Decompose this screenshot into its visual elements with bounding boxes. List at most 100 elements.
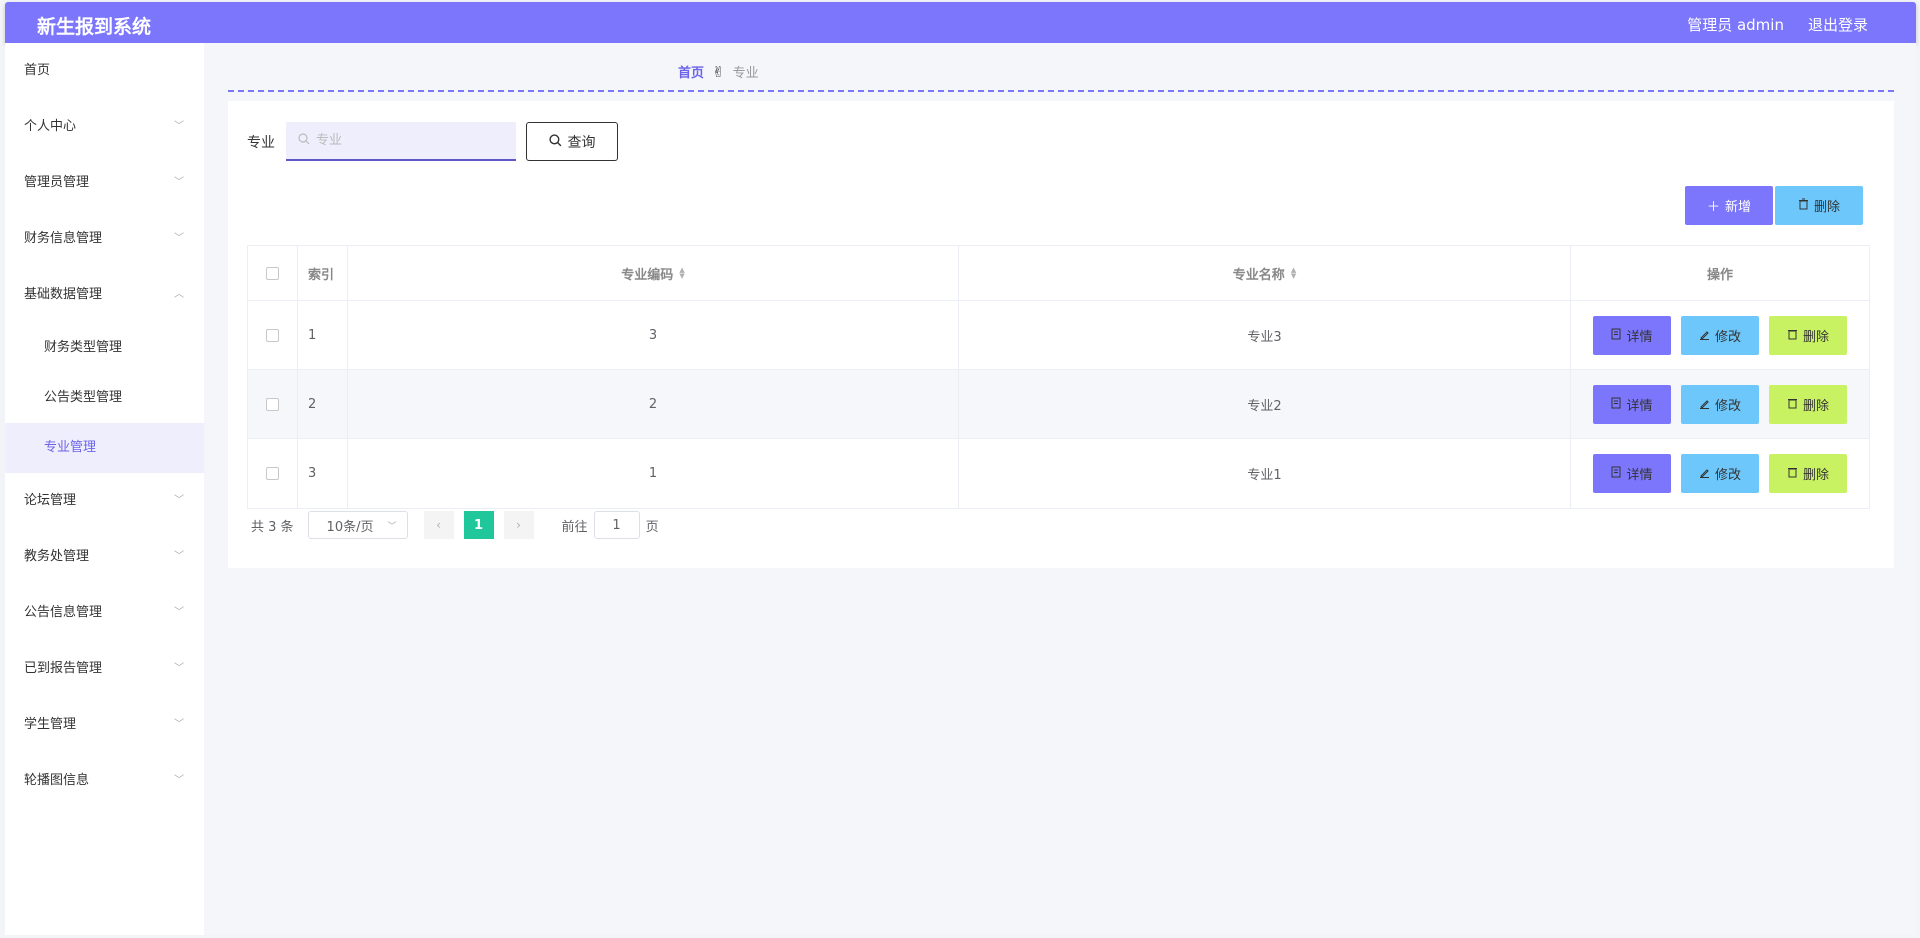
chevron-down-icon: ﹀: [174, 551, 184, 562]
cell-name: 专业3: [959, 301, 1571, 369]
prev-page-button[interactable]: ‹: [423, 511, 454, 539]
sidebar: 首页 个人中心 ﹀ 管理员管理 ﹀ 财务信息管理 ﹀ 基础数据管理 ︿ 财务类型管理 公告类型管理专…: [5, 43, 204, 935]
sidebar-item[interactable]: 论坛管理 ﹀: [5, 473, 204, 529]
col-operations: 操作: [1706, 267, 1733, 283]
cell-code: 3: [348, 301, 959, 369]
delete-label: 删除: [1802, 467, 1829, 482]
detail-label: 详情: [1626, 328, 1653, 344]
row-checkbox[interactable]: [266, 467, 279, 480]
page-size-select[interactable]: 10条/页 ﹀: [307, 511, 408, 539]
chevron-down-icon: ﹀: [174, 495, 184, 506]
sidebar-item[interactable]: 财务信息管理 ﹀: [5, 211, 204, 267]
sidebar-subitem[interactable]: 公告类型管理: [5, 373, 204, 423]
divider: [228, 90, 1894, 92]
delete-label: 删除: [1802, 328, 1829, 344]
chevron-down-icon: ﹀: [174, 177, 184, 188]
breadcrumb-current: 专业: [732, 66, 759, 81]
sidebar-item-label: 基础数据管理: [24, 287, 103, 302]
chevron-down-icon: ﹀: [174, 121, 184, 132]
detail-button[interactable]: 详情: [1593, 454, 1671, 493]
search-bar: 专业 查询: [247, 122, 618, 161]
cell-name: 专业2: [959, 370, 1571, 438]
detail-button[interactable]: 详情: [1593, 384, 1671, 424]
col-name[interactable]: 专业名称 ▲ ▼: [959, 246, 1571, 300]
sidebar-item[interactable]: 管理员管理 ﹀: [5, 155, 204, 211]
sidebar-item-label: 公告信息管理: [24, 605, 103, 620]
goto-prefix: 前往: [561, 519, 588, 535]
edit-label: 修改: [1714, 328, 1741, 344]
edit-button[interactable]: 修改: [1681, 384, 1759, 424]
pagination: 共 3 条 10条/页 ﹀ ‹ 1 › 前往 页: [251, 511, 659, 539]
sidebar-item[interactable]: 学生管理 ﹀: [5, 697, 204, 753]
goto-suffix: 页: [645, 519, 659, 535]
delete-button[interactable]: 删除: [1769, 315, 1847, 355]
sidebar-item[interactable]: 基础数据管理 ︿: [5, 267, 204, 323]
cell-operations: 详情 修改 删除: [1571, 439, 1869, 508]
sidebar-item-label: 学生管理: [24, 717, 77, 732]
cell-code: 2: [348, 370, 959, 438]
add-label: 新增: [1725, 199, 1752, 214]
content-panel: 专业 查询 ＋ 新增 删: [228, 101, 1894, 568]
search-input[interactable]: [316, 133, 496, 148]
chevron-up-icon: ︿: [174, 289, 184, 300]
cell-code: 1: [348, 439, 959, 508]
col-code[interactable]: 专业编码 ▲ ▼: [348, 246, 959, 300]
document-icon: [1611, 328, 1621, 343]
row-checkbox[interactable]: [266, 397, 279, 411]
row-checkbox[interactable]: [266, 328, 279, 342]
chevron-left-icon: ‹: [436, 518, 441, 532]
header-right: 管理员 admin 退出登录: [1687, 14, 1868, 35]
chevron-down-icon: ﹀: [174, 233, 184, 244]
document-icon: [1611, 397, 1621, 412]
cell-index: 3: [298, 439, 348, 508]
search-icon: [548, 133, 562, 150]
data-table: 索引 专业编码 ▲ ▼ 专业名称 ▲ ▼ 操作 1 3 专业3 详情 修改 删除 2 2 专业2 详情…: [247, 245, 1870, 509]
cell-operations: 详情 修改 删除: [1571, 301, 1869, 369]
add-button[interactable]: ＋ 新增: [1685, 186, 1773, 225]
sidebar-item[interactable]: 教务处管理 ﹀: [5, 529, 204, 585]
sort-icon[interactable]: ▲ ▼: [1291, 267, 1296, 280]
delete-button[interactable]: 删除: [1769, 384, 1847, 424]
detail-button[interactable]: 详情: [1593, 315, 1671, 355]
goto-page-input[interactable]: [593, 511, 640, 539]
user-label: 管理员 admin: [1687, 16, 1784, 34]
search-field[interactable]: [286, 122, 516, 161]
goto-page: 前往 页: [562, 511, 659, 539]
pencil-icon: [1699, 397, 1710, 412]
sidebar-item-label: 首页: [24, 63, 51, 78]
edit-label: 修改: [1714, 397, 1741, 413]
sidebar-item[interactable]: 轮播图信息 ﹀: [5, 753, 204, 809]
sidebar-subitem[interactable]: 财务类型管理: [5, 323, 204, 373]
delete-button[interactable]: 删除: [1769, 454, 1847, 493]
query-button[interactable]: 查询: [526, 122, 618, 161]
sidebar-item-label: 个人中心: [24, 119, 77, 134]
chevron-down-icon: ﹀: [174, 719, 184, 730]
sort-icon[interactable]: ▲ ▼: [679, 267, 684, 280]
toolbar: ＋ 新增 删除: [1685, 186, 1863, 225]
edit-button[interactable]: 修改: [1681, 454, 1759, 493]
sidebar-subitem[interactable]: 专业管理: [5, 423, 204, 473]
total-count: 共 3 条: [251, 519, 294, 535]
edit-button[interactable]: 修改: [1681, 315, 1759, 355]
page-number[interactable]: 1: [463, 511, 494, 539]
sidebar-item-label: 财务信息管理: [24, 231, 103, 246]
batch-delete-button[interactable]: 删除: [1775, 186, 1863, 225]
logout-button[interactable]: 退出登录: [1808, 14, 1868, 35]
cell-name: 专业1: [959, 439, 1571, 508]
cell-index: 2: [298, 370, 348, 438]
sidebar-item[interactable]: 已到报告管理 ﹀: [5, 641, 204, 697]
sidebar-item[interactable]: 首页: [5, 43, 204, 99]
breadcrumb: 首页 ✌ 专业: [678, 62, 759, 82]
table-row: 3 1 专业1 详情 修改 删除: [248, 439, 1869, 508]
select-all-checkbox[interactable]: [266, 266, 279, 280]
delete-label: 删除: [1802, 397, 1829, 413]
next-page-button[interactable]: ›: [503, 511, 534, 539]
main-content: 首页 ✌ 专业 专业 查询 ＋ 新增: [204, 43, 1916, 935]
sidebar-item[interactable]: 个人中心 ﹀: [5, 99, 204, 155]
col-code-label: 专业编码: [621, 267, 674, 283]
table-row: 1 3 专业3 详情 修改 删除: [248, 301, 1869, 370]
chevron-down-icon: ﹀: [174, 663, 184, 674]
breadcrumb-home[interactable]: 首页: [678, 62, 704, 81]
chevron-right-icon: ›: [516, 518, 521, 532]
sidebar-item[interactable]: 公告信息管理 ﹀: [5, 585, 204, 641]
